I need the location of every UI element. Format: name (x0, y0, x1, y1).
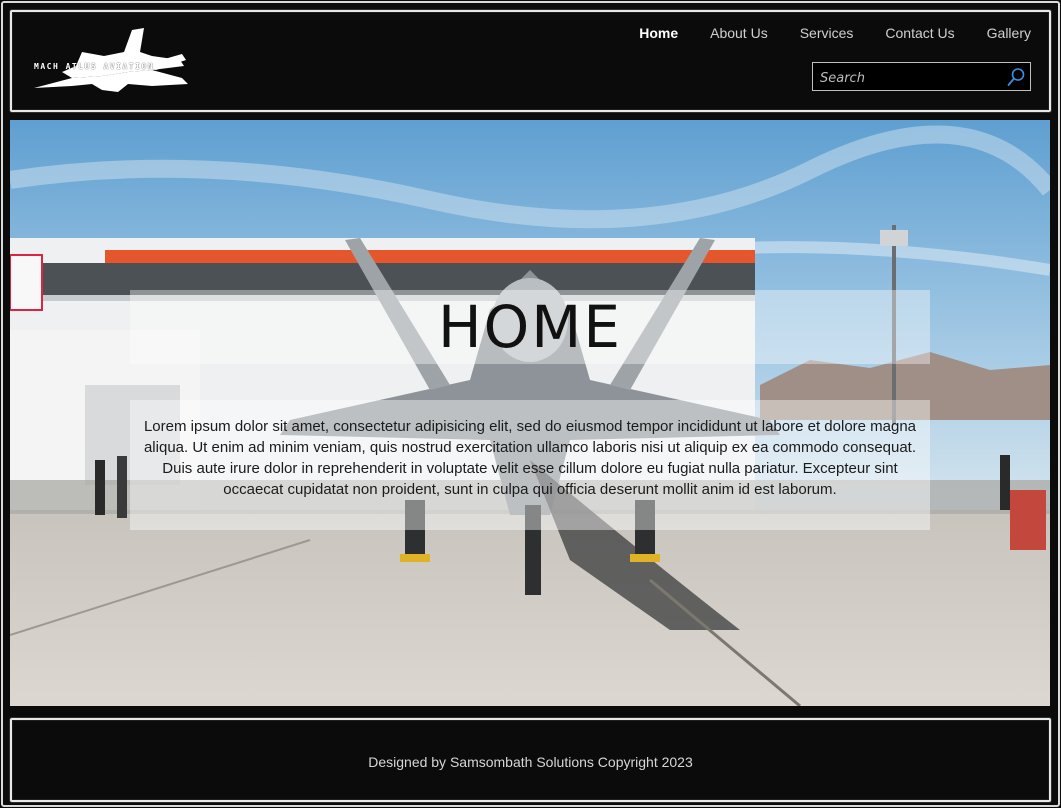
footer-copyright: Designed by Samsombath Solutions Copyrig… (368, 754, 693, 770)
site-footer: Designed by Samsombath Solutions Copyrig… (10, 718, 1051, 802)
nav-contact-us[interactable]: Contact Us (869, 24, 970, 42)
logo-text: MACH ATLUS AVIATION (34, 62, 155, 71)
search-box (812, 62, 1031, 91)
hero-section: HOME Lorem ipsum dolor sit amet, consect… (10, 120, 1050, 706)
main-nav: Home About Us Services Contact Us Galler… (623, 24, 1031, 42)
search-input[interactable] (818, 67, 1007, 89)
site-logo[interactable]: MACH ATLUS AVIATION (32, 26, 190, 96)
site-header: MACH ATLUS AVIATION Home About Us Servic… (10, 10, 1051, 112)
jet-logo-icon (34, 28, 188, 92)
nav-about-us[interactable]: About Us (694, 24, 784, 42)
nav-home[interactable]: Home (623, 24, 694, 42)
page: MACH ATLUS AVIATION Home About Us Servic… (0, 0, 1061, 808)
nav-gallery[interactable]: Gallery (971, 24, 1031, 42)
nav-services[interactable]: Services (784, 24, 870, 42)
hero-body-text: Lorem ipsum dolor sit amet, consectetur … (143, 418, 917, 498)
page-title: HOME (438, 293, 622, 361)
search-icon[interactable] (1006, 67, 1026, 87)
